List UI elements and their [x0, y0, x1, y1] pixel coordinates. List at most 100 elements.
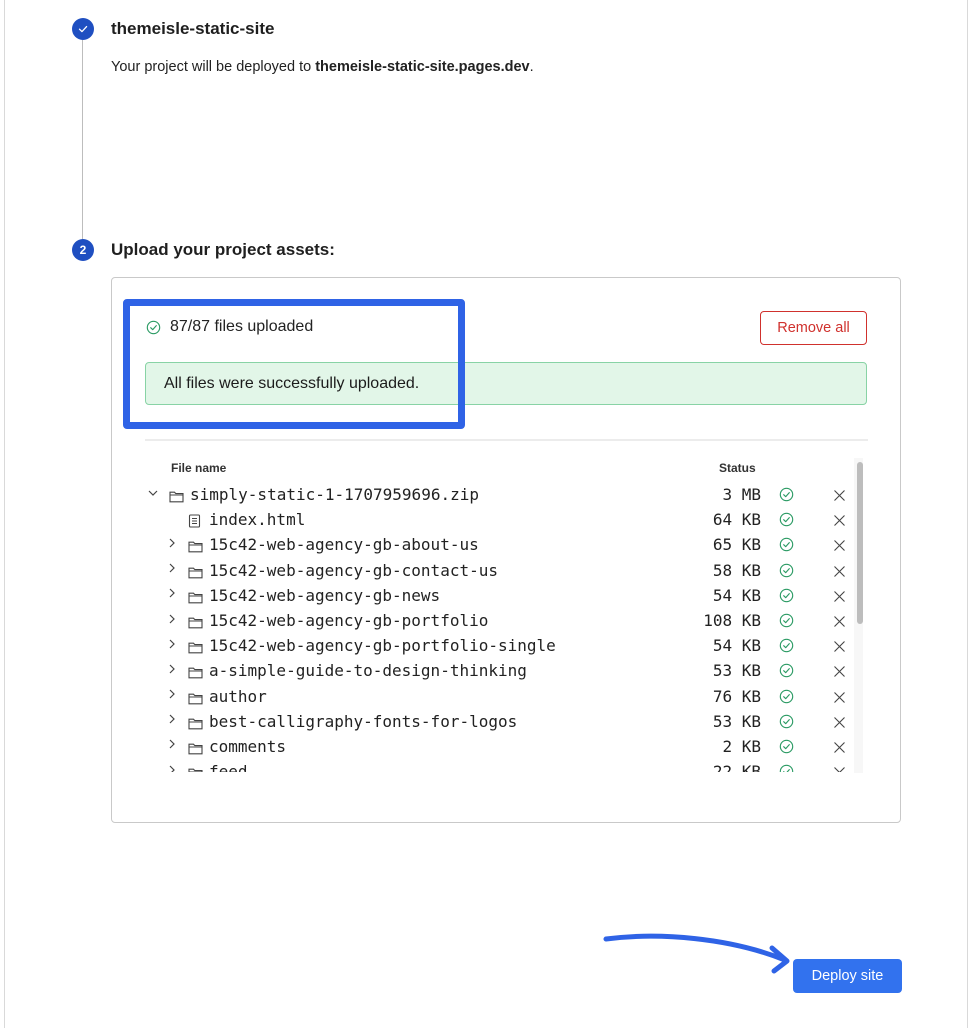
folder-icon	[169, 488, 184, 503]
deploy-destination-prefix: Your project will be deployed to	[111, 59, 316, 75]
remove-file-icon[interactable]	[833, 563, 846, 582]
remove-file-icon[interactable]	[833, 714, 846, 733]
chevron-right-icon[interactable]	[165, 764, 179, 772]
chevron-right-icon[interactable]	[165, 537, 179, 553]
remove-file-icon[interactable]	[833, 739, 846, 758]
file-name: feed	[209, 762, 248, 772]
upload-success-banner: All files were successfully uploaded.	[145, 362, 867, 405]
file-row[interactable]: index.html 64 KB	[140, 507, 852, 532]
file-size: 22 KB	[712, 762, 761, 772]
file-list-scrollbar-thumb[interactable]	[857, 462, 863, 624]
remove-file-icon[interactable]	[833, 689, 846, 708]
chevron-right-icon[interactable]	[165, 638, 179, 654]
chevron-right-icon[interactable]	[165, 587, 179, 603]
file-row[interactable]: author 76 KB	[140, 684, 852, 709]
file-name: author	[209, 686, 267, 706]
upload-success-icon	[779, 588, 794, 607]
file-name: comments	[209, 736, 287, 756]
file-size: 64 KB	[712, 510, 761, 530]
file-document-icon	[188, 513, 202, 528]
file-row[interactable]: 15c42-web-agency-gb-news 54 KB	[140, 583, 852, 608]
file-size: 2 KB	[722, 736, 761, 756]
file-row[interactable]: comments 2 KB	[140, 734, 852, 759]
chevron-right-icon[interactable]	[165, 713, 179, 729]
remove-file-icon[interactable]	[833, 512, 846, 531]
checkmark-icon	[78, 25, 88, 33]
files-uploaded-count: 87/87 files uploaded	[170, 318, 314, 335]
file-row[interactable]: 15c42-web-agency-gb-about-us 65 KB	[140, 532, 852, 557]
deploy-destination-text: Your project will be deployed to themeis…	[111, 59, 534, 75]
file-row[interactable]: a-simple-guide-to-design-thinking 53 KB	[140, 658, 852, 683]
file-size: 65 KB	[712, 535, 761, 555]
file-size: 54 KB	[712, 585, 761, 605]
file-name: 15c42-web-agency-gb-contact-us	[209, 560, 498, 580]
folder-icon	[188, 715, 203, 730]
project-name-heading: themeisle-static-site	[111, 19, 275, 38]
file-size: 53 KB	[712, 711, 761, 731]
file-name: index.html	[209, 510, 306, 530]
remove-all-button[interactable]: Remove all	[760, 311, 867, 345]
column-header-file-name: File name	[171, 461, 227, 475]
section-divider	[145, 439, 868, 441]
chevron-right-icon[interactable]	[165, 663, 179, 679]
remove-file-icon[interactable]	[833, 537, 846, 556]
chevron-right-icon[interactable]	[165, 562, 179, 578]
check-circle-icon	[146, 320, 161, 334]
deploy-destination-suffix: .	[529, 59, 534, 75]
folder-icon	[188, 589, 203, 604]
chevron-right-icon[interactable]	[165, 688, 179, 704]
file-size: 54 KB	[712, 636, 761, 656]
file-row[interactable]: simply-static-1-1707959696.zip 3 MB	[140, 482, 852, 507]
upload-success-icon	[779, 638, 794, 657]
deploy-site-button[interactable]: Deploy site	[793, 959, 902, 993]
file-size: 58 KB	[712, 560, 761, 580]
annotation-arrow-icon	[603, 933, 790, 974]
upload-success-icon	[779, 714, 794, 733]
column-header-status: Status	[719, 461, 756, 475]
upload-success-icon	[779, 663, 794, 682]
upload-success-icon	[779, 689, 794, 708]
upload-success-icon	[779, 537, 794, 556]
upload-success-icon	[779, 613, 794, 632]
chevron-down-icon[interactable]	[146, 487, 160, 503]
folder-icon	[188, 690, 203, 704]
files-uploaded-status: 87/87 files uploaded	[146, 318, 313, 336]
stepper-connector	[82, 40, 83, 240]
file-name: 15c42-web-agency-gb-news	[209, 585, 441, 605]
file-row[interactable]: 15c42-web-agency-gb-contact-us 58 KB	[140, 558, 852, 583]
file-name: a-simple-guide-to-design-thinking	[209, 661, 527, 681]
file-list[interactable]: simply-static-1-1707959696.zip 3 MB index.…	[140, 482, 852, 772]
upload-success-icon	[779, 512, 794, 531]
step-2-badge: 2	[72, 239, 94, 261]
remove-file-icon[interactable]	[833, 663, 846, 682]
file-row[interactable]: feed 22 KB	[140, 759, 852, 772]
folder-icon	[188, 664, 203, 679]
file-name: 15c42-web-agency-gb-portfolio	[209, 611, 489, 631]
folder-icon	[188, 564, 203, 578]
upload-success-icon	[779, 764, 794, 772]
file-size: 76 KB	[712, 686, 761, 706]
file-size: 108 KB	[703, 611, 761, 631]
folder-icon	[188, 740, 203, 755]
remove-file-icon[interactable]	[833, 588, 846, 607]
deploy-domain: themeisle-static-site.pages.dev	[315, 59, 530, 75]
remove-file-icon[interactable]	[833, 487, 846, 506]
file-size: 53 KB	[712, 661, 761, 681]
file-size: 3 MB	[722, 485, 761, 505]
file-name: simply-static-1-1707959696.zip	[190, 485, 479, 505]
file-name: 15c42-web-agency-gb-portfolio-single	[209, 636, 556, 656]
file-name: 15c42-web-agency-gb-about-us	[209, 535, 479, 555]
folder-icon	[188, 765, 203, 772]
file-row[interactable]: best-calligraphy-fonts-for-logos 53 KB	[140, 709, 852, 734]
remove-file-icon[interactable]	[833, 638, 846, 657]
file-row[interactable]: 15c42-web-agency-gb-portfolio-single 54 K…	[140, 633, 852, 658]
remove-file-icon[interactable]	[833, 764, 846, 772]
upload-success-icon	[779, 739, 794, 758]
chevron-right-icon[interactable]	[165, 738, 179, 754]
remove-file-icon[interactable]	[833, 613, 846, 632]
file-row[interactable]: 15c42-web-agency-gb-portfolio 108 KB	[140, 608, 852, 633]
upload-success-icon	[779, 563, 794, 582]
upload-assets-heading: Upload your project assets:	[111, 240, 335, 259]
file-name: best-calligraphy-fonts-for-logos	[209, 711, 518, 731]
chevron-right-icon[interactable]	[165, 613, 179, 629]
